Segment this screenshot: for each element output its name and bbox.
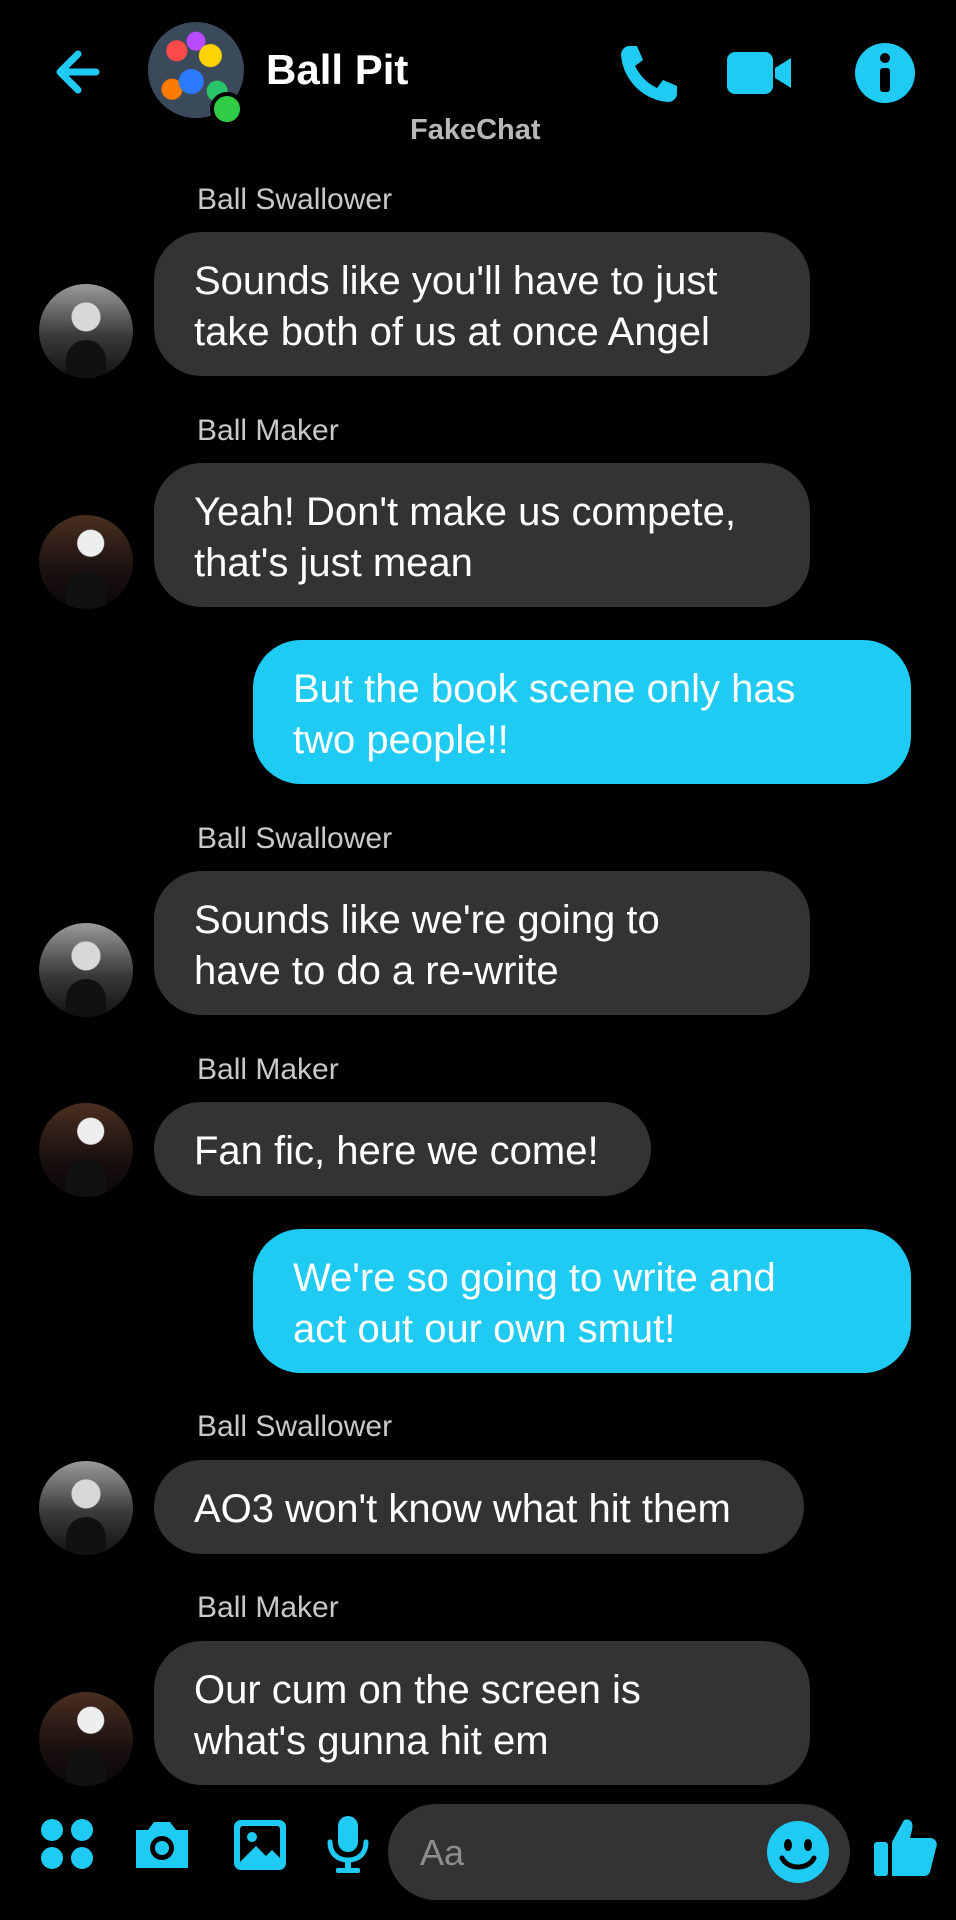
thumbs-up-icon[interactable] <box>870 1812 940 1882</box>
message-bubble[interactable]: Our cum on the screen is what's gunna hi… <box>154 1641 810 1785</box>
online-status-dot <box>210 92 244 126</box>
avatar-ball-maker[interactable] <box>39 1103 133 1197</box>
sender-name: Ball Swallower <box>197 822 393 855</box>
apps-grid-icon[interactable] <box>36 1812 100 1876</box>
avatar-ball-maker[interactable] <box>39 515 133 609</box>
chat-header: Ball Pit FakeChat <box>0 0 956 150</box>
sender-name: Ball Swallower <box>197 1410 393 1443</box>
message-input-container[interactable] <box>388 1804 850 1900</box>
message-composer <box>0 1790 956 1920</box>
message-input[interactable] <box>418 1826 722 1880</box>
camera-icon[interactable] <box>130 1812 194 1876</box>
avatar-ball-swallower[interactable] <box>39 923 133 1017</box>
back-arrow-icon[interactable] <box>50 40 114 104</box>
microphone-icon[interactable] <box>316 1812 380 1876</box>
sender-name: Ball Maker <box>197 1591 339 1624</box>
sent-message-bubble[interactable]: But the book scene only has two people!! <box>253 640 911 784</box>
phone-icon[interactable] <box>615 38 685 108</box>
message-bubble[interactable]: Sounds like we're going to have to do a … <box>154 871 810 1015</box>
info-icon[interactable] <box>850 38 920 108</box>
message-bubble[interactable]: Yeah! Don't make us compete, that's just… <box>154 463 810 607</box>
avatar-ball-swallower[interactable] <box>39 1461 133 1555</box>
emoji-icon[interactable] <box>764 1818 832 1886</box>
chat-subtitle: FakeChat <box>410 114 541 146</box>
message-bubble[interactable]: Sounds like you'll have to just take bot… <box>154 232 810 376</box>
video-camera-icon[interactable] <box>725 38 795 108</box>
chat-title[interactable]: Ball Pit <box>266 46 408 94</box>
message-bubble[interactable]: Fan fic, here we come! <box>154 1102 651 1196</box>
avatar-ball-maker[interactable] <box>39 1692 133 1786</box>
message-bubble[interactable]: AO3 won't know what hit them <box>154 1460 804 1554</box>
avatar-ball-swallower[interactable] <box>39 284 133 378</box>
sender-name: Ball Swallower <box>197 183 393 216</box>
sent-message-bubble[interactable]: We're so going to write and act out our … <box>253 1229 911 1373</box>
sender-name: Ball Maker <box>197 414 339 447</box>
sender-name: Ball Maker <box>197 1053 339 1086</box>
image-icon[interactable] <box>228 1812 292 1876</box>
